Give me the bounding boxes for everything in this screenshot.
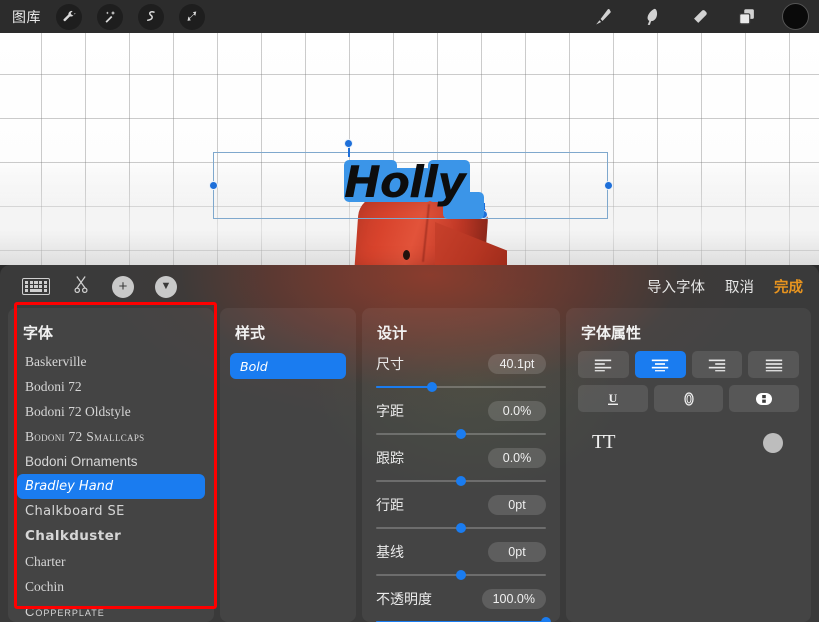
font-panel: 字体 Baskerville Bodoni 72 Bodoni 72 Oldst…	[8, 308, 214, 622]
magic-wand-icon[interactable]	[97, 3, 123, 30]
design-label: 字距	[376, 403, 404, 419]
align-justify-icon[interactable]	[748, 351, 799, 378]
design-panel: 设计 尺寸 40.1pt 字距 0.0% 跟踪 0.0% 行距 0pt 基线 0…	[362, 308, 560, 622]
font-list-item-selected[interactable]: Bradley Hand	[17, 474, 205, 499]
text-editor-sheet: + ▼ 导入字体 取消 完成 字体 Baskerville Bodoni 72 …	[0, 265, 819, 622]
collapse-keyboard-button[interactable]: ▼	[155, 275, 177, 298]
design-value[interactable]: 40.1pt	[488, 354, 546, 374]
gallery-button[interactable]: 图库	[12, 7, 41, 27]
design-row-size: 尺寸 40.1pt	[376, 351, 546, 396]
tt-toggle[interactable]	[763, 432, 783, 453]
design-value[interactable]: 0.0%	[488, 401, 546, 421]
wrench-icon[interactable]	[56, 3, 82, 30]
font-list-item[interactable]: Bodoni 72 Oldstyle	[17, 399, 205, 424]
size-slider[interactable]	[376, 378, 546, 396]
selection-handle-right[interactable]	[604, 181, 613, 190]
align-left-icon[interactable]	[578, 351, 629, 378]
font-list-item[interactable]: Cochin	[17, 574, 205, 599]
font-list-item[interactable]: Chalkboard SE	[17, 499, 205, 524]
keyboard-icon[interactable]	[22, 278, 50, 295]
tt-label: TT	[592, 431, 615, 453]
canvas-text-object[interactable]: Holly	[344, 154, 484, 220]
font-list-item[interactable]: Baskerville	[17, 349, 205, 374]
style-option-selected[interactable]: Bold	[230, 353, 346, 379]
design-panel-title: 设计	[377, 325, 408, 342]
scissors-icon[interactable]	[71, 273, 91, 300]
baseline-slider[interactable]	[376, 566, 546, 584]
transform-arrow-icon[interactable]	[179, 3, 205, 30]
procreate-text-editor: 图库 Holly + ▼ 导入字体 取消 完成 字体 Baskerville B…	[0, 0, 819, 622]
layers-icon[interactable]	[734, 4, 760, 30]
drawing-canvas[interactable]: Holly	[0, 33, 819, 265]
design-label: 尺寸	[376, 356, 404, 372]
outline-icon[interactable]	[653, 385, 724, 412]
sheet-header: + ▼ 导入字体 取消 完成	[0, 265, 819, 308]
design-label: 基线	[376, 544, 404, 560]
font-list-item[interactable]: Bodoni 72	[17, 374, 205, 399]
done-button[interactable]: 完成	[774, 276, 803, 297]
design-value[interactable]: 0.0%	[488, 448, 546, 468]
align-right-icon[interactable]	[691, 351, 743, 378]
selection-s-icon[interactable]	[138, 3, 164, 30]
smudge-icon[interactable]	[638, 4, 664, 30]
selection-handle-top[interactable]	[344, 139, 353, 148]
design-value[interactable]: 100.0%	[481, 589, 546, 609]
tt-caps-row: TT	[578, 419, 799, 454]
text-style-button-row: U	[578, 385, 800, 412]
font-panel-title: 字体	[23, 325, 54, 342]
design-row-baseline: 基线 0pt	[376, 539, 546, 584]
cancel-button[interactable]: 取消	[725, 276, 754, 297]
vertical-text-icon[interactable]	[729, 385, 800, 412]
svg-text:U: U	[608, 391, 617, 405]
font-list[interactable]: Baskerville Bodoni 72 Bodoni 72 Oldstyle…	[8, 349, 214, 622]
design-row-tracking: 跟踪 0.0%	[376, 445, 546, 490]
style-panel: 样式 Bold	[220, 308, 356, 622]
design-label: 跟踪	[376, 450, 404, 466]
font-list-item[interactable]: Bodoni 72 Smallcaps	[17, 424, 205, 449]
kerning-slider[interactable]	[376, 425, 546, 443]
design-value[interactable]: 0pt	[488, 542, 546, 562]
alignment-button-row	[578, 351, 799, 378]
font-list-item[interactable]: Bodoni Ornaments	[17, 449, 205, 474]
canvas-text-value: Holly	[344, 157, 466, 208]
topbar-right-tools	[590, 3, 819, 30]
selection-handle-left[interactable]	[209, 181, 218, 190]
design-label: 行距	[376, 497, 404, 513]
leading-slider[interactable]	[376, 519, 546, 537]
font-attributes-panel: 字体属性 U TT	[566, 308, 811, 622]
design-label: 不透明度	[376, 591, 432, 607]
tracking-slider[interactable]	[376, 472, 546, 490]
underline-icon[interactable]: U	[578, 385, 648, 412]
design-row-kerning: 字距 0.0%	[376, 398, 546, 443]
add-text-button[interactable]: +	[112, 275, 134, 298]
editor-panels: 字体 Baskerville Bodoni 72 Bodoni 72 Oldst…	[0, 308, 819, 622]
opacity-slider[interactable]	[376, 613, 551, 622]
color-swatch[interactable]	[782, 3, 809, 30]
font-list-item[interactable]: Copperplate	[17, 599, 205, 622]
brush-icon[interactable]	[590, 4, 616, 30]
font-list-item[interactable]: Chalkduster	[17, 524, 205, 549]
align-center-icon[interactable]	[634, 351, 686, 378]
import-font-button[interactable]: 导入字体	[647, 276, 705, 297]
design-value[interactable]: 0pt	[488, 495, 546, 515]
attributes-panel-title: 字体属性	[581, 325, 642, 342]
design-row-opacity: 不透明度 100.0%	[376, 586, 551, 622]
top-toolbar: 图库	[0, 0, 819, 33]
font-list-item[interactable]: Charter	[17, 549, 205, 574]
eraser-icon[interactable]	[686, 4, 712, 30]
style-panel-title: 样式	[235, 325, 266, 342]
design-row-leading: 行距 0pt	[376, 492, 546, 537]
